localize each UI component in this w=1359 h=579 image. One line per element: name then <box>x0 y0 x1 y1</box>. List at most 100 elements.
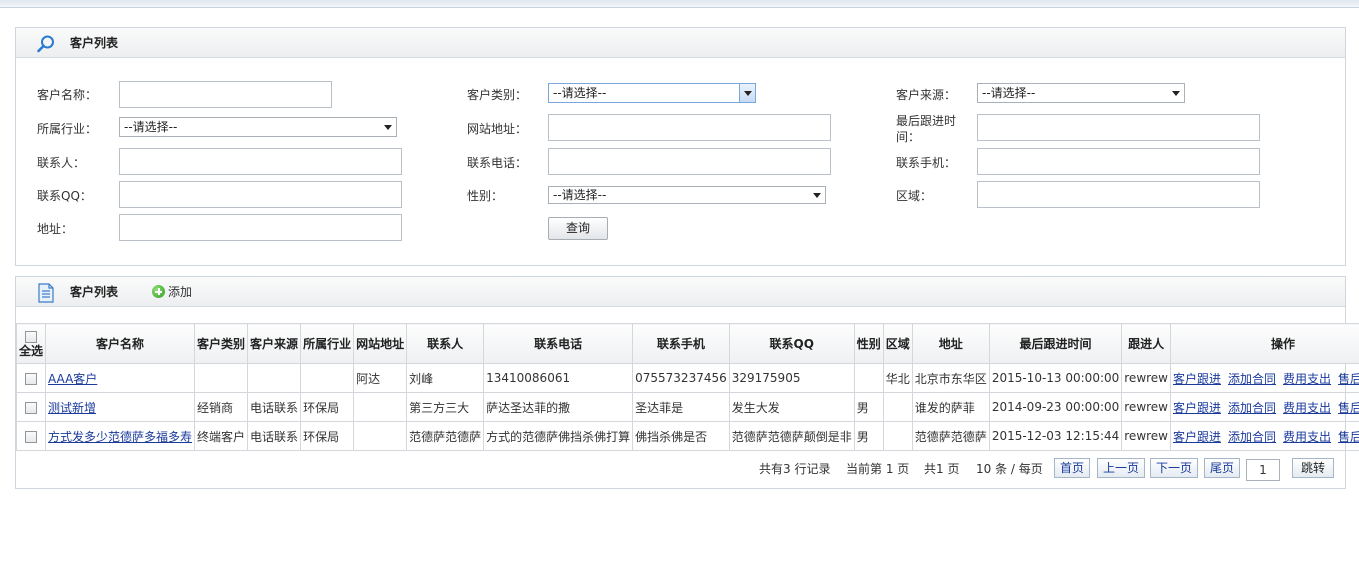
region-label: 区域： <box>896 189 933 203</box>
row-action-link[interactable]: 售后跟踪 <box>1338 401 1359 415</box>
add-label: 添加 <box>168 285 193 299</box>
table-cell: 华北 <box>882 363 913 393</box>
column-header: 操作 <box>1169 323 1359 364</box>
search-panel-header: 客户列表 <box>16 28 1345 58</box>
table-cell: 发生大发 <box>728 392 855 422</box>
column-header: 地址 <box>911 323 990 364</box>
table-cell: 2015-12-03 12:15:44 <box>988 421 1123 451</box>
row-action-link[interactable]: 添加合同 <box>1228 401 1276 415</box>
chevron-down-icon[interactable] <box>739 84 755 102</box>
column-header: 客户类别 <box>194 323 249 364</box>
customer-name-input[interactable] <box>119 81 332 108</box>
row-checkbox[interactable] <box>25 401 37 414</box>
row-action-link[interactable]: 添加合同 <box>1228 372 1276 386</box>
last-page-button[interactable]: 尾页 <box>1204 458 1240 478</box>
table-cell <box>353 421 408 451</box>
table-row: 测试新增 经销商 电话联系 环保局 第三方三大 萨达圣达菲的撒 圣达菲是 发生大发男谁发的萨菲… <box>15 392 1359 422</box>
customer-name-cell: AAA客户 <box>45 363 196 393</box>
column-header: 联系电话 <box>483 323 634 364</box>
table-cell <box>353 392 408 422</box>
table-cell: 电话联系 <box>247 421 302 451</box>
row-action-link[interactable]: 添加合同 <box>1228 430 1276 444</box>
row-checkbox[interactable] <box>25 372 37 385</box>
row-select-cell <box>15 421 47 451</box>
customer-name-link[interactable]: AAA客户 <box>48 372 97 386</box>
column-header: 区域 <box>882 323 913 364</box>
customer-source-select[interactable]: --请选择-- <box>977 83 1185 103</box>
table-cell: 2014-09-23 00:00:00 <box>988 392 1123 422</box>
customer-name-link[interactable]: 测试新增 <box>48 401 96 415</box>
table-row: 方式发多少范德萨多福多寿 终端客户 电话联系 环保局 范德萨范德萨 方式的范德萨佛挡杀佛打… <box>15 421 1359 451</box>
table-cell: 范德萨范德萨 <box>911 421 990 451</box>
customer-name-link[interactable]: 方式发多少范德萨多福多寿 <box>48 430 192 444</box>
row-checkbox[interactable] <box>25 430 37 443</box>
table-cell: 13410086061 <box>483 363 634 393</box>
pager-current: 当前第 1 页 <box>846 462 910 476</box>
table-cell: 环保局 <box>300 392 355 422</box>
column-header: 网站地址 <box>353 323 408 364</box>
mobile-input[interactable] <box>977 148 1260 175</box>
query-button[interactable]: 查询 <box>548 217 608 240</box>
row-action-link[interactable]: 客户跟进 <box>1173 401 1221 415</box>
address-input[interactable] <box>119 214 402 241</box>
next-page-button[interactable]: 下一页 <box>1150 458 1198 478</box>
table-cell <box>300 363 355 393</box>
table-cell: rewrew <box>1121 392 1171 422</box>
add-button[interactable]: 添加 <box>152 284 192 300</box>
chevron-down-icon <box>813 193 821 198</box>
list-panel-header: 客户列表 添加 <box>16 277 1345 307</box>
row-action-link[interactable]: 费用支出 <box>1283 401 1331 415</box>
table-cell: 谁发的萨菲 <box>911 392 990 422</box>
row-action-link[interactable]: 售后跟踪 <box>1338 430 1359 444</box>
prev-page-button[interactable]: 上一页 <box>1097 458 1145 478</box>
pager-total: 共有3 行记录 <box>759 462 831 476</box>
table-cell: 终端客户 <box>194 421 249 451</box>
region-input[interactable] <box>977 181 1260 208</box>
last-follow-label-line1: 最后跟进时 <box>896 114 957 128</box>
industry-select[interactable]: --请选择-- <box>119 117 397 137</box>
gender-select[interactable]: --请选择-- <box>548 186 826 204</box>
column-header: 联系手机 <box>632 323 730 364</box>
customer-name-label: 客户名称： <box>37 88 98 102</box>
industry-value: --请选择-- <box>124 120 178 134</box>
website-input[interactable] <box>548 114 831 141</box>
table-cell: 电话联系 <box>247 392 302 422</box>
search-panel-title: 客户列表 <box>70 36 119 50</box>
row-action-link[interactable]: 客户跟进 <box>1173 430 1221 444</box>
table-cell: 075573237456 <box>632 363 730 393</box>
select-all-header: 全选 <box>15 323 47 364</box>
select-all-label: 全选 <box>19 343 44 358</box>
row-action-link[interactable]: 费用支出 <box>1283 372 1331 386</box>
contact-input[interactable] <box>119 148 402 175</box>
row-select-cell <box>15 392 47 422</box>
customer-name-cell: 方式发多少范德萨多福多寿 <box>45 421 196 451</box>
table-cell: rewrew <box>1121 421 1171 451</box>
page-number-input[interactable]: 1 <box>1246 459 1280 481</box>
first-page-button[interactable]: 首页 <box>1054 458 1090 478</box>
phone-input[interactable] <box>548 148 831 175</box>
qq-input[interactable] <box>119 181 402 208</box>
table-cell: 男 <box>853 392 884 422</box>
customer-list-panel: 客户列表 添加 全选 客户名称 客户类别 客户来源 所属行业 网站地址 联系人 <box>15 276 1359 489</box>
column-header: 跟进人 <box>1121 323 1171 364</box>
table-cell: 范德萨范德萨颠倒是非 <box>728 421 855 451</box>
customer-category-select[interactable]: --请选择-- <box>548 83 756 103</box>
row-action-link[interactable]: 客户跟进 <box>1173 372 1221 386</box>
column-header: 所属行业 <box>300 323 355 364</box>
pager-per-page: 10 条 / 每页 <box>976 462 1043 476</box>
jump-button[interactable]: 跳转 <box>1292 458 1334 478</box>
table-cell: rewrew <box>1121 363 1171 393</box>
list-panel-title: 客户列表 <box>70 285 119 299</box>
table-cell <box>853 363 884 393</box>
table-cell: 萨达圣达菲的撒 <box>483 392 634 422</box>
table-cell: 329175905 <box>728 363 855 393</box>
table-cell: 圣达菲是 <box>632 392 730 422</box>
select-all-checkbox[interactable] <box>25 331 37 343</box>
table-cell <box>247 363 302 393</box>
row-action-link[interactable]: 售后跟踪 <box>1338 372 1359 386</box>
column-header: 联系QQ <box>728 323 855 364</box>
table-cell: 男 <box>853 421 884 451</box>
row-action-link[interactable]: 费用支出 <box>1283 430 1331 444</box>
last-follow-input[interactable] <box>977 114 1260 141</box>
search-panel: 客户列表 客户名称： 客户类别： --请选择-- 客户来源： --请选择-- 所… <box>15 27 1346 266</box>
